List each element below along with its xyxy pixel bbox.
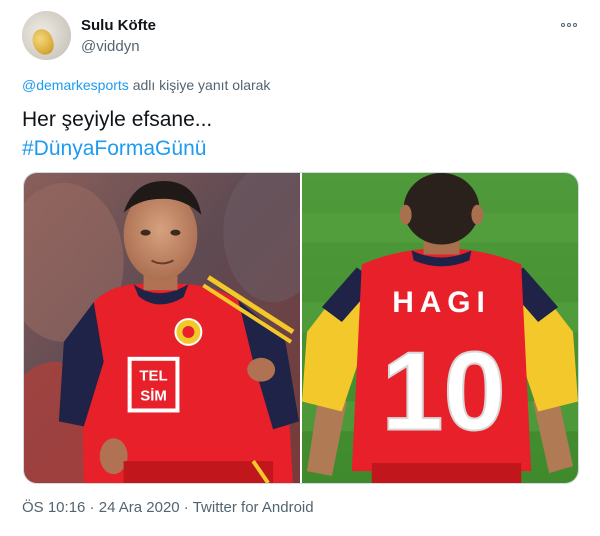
media-grid: TEL SİM HAGI 10 <box>23 172 579 484</box>
photo-player-front[interactable]: TEL SİM <box>24 173 300 483</box>
meta-separator: · <box>85 499 99 516</box>
more-dot <box>561 23 565 27</box>
reply-mention-link[interactable]: @demarkesports <box>22 77 129 93</box>
tweet-source[interactable]: Twitter for Android <box>193 499 314 516</box>
display-name[interactable]: Sulu Köfte <box>81 17 156 34</box>
reply-context-text: adlı kişiye yanıt olarak <box>128 77 271 93</box>
reply-context: @demarkesports adlı kişiye yanıt olarak <box>22 77 270 93</box>
photo-player-back[interactable]: HAGI 10 <box>302 173 578 483</box>
tweet-text: Her şeyiyle efsane... <box>22 108 213 131</box>
avatar[interactable] <box>22 11 71 60</box>
tweet-date[interactable]: 24 Ara 2020 <box>99 499 180 516</box>
hashtag-link[interactable]: #DünyaFormaGünü <box>22 135 206 163</box>
user-handle[interactable]: @viddyn <box>81 38 140 55</box>
shirt-number: 10 <box>381 328 505 453</box>
more-options-icon[interactable] <box>561 18 579 32</box>
photo-player-back-image: HAGI 10 <box>302 173 578 483</box>
sponsor-line-1: TEL <box>139 368 167 385</box>
photo-player-front-image: TEL SİM <box>24 173 300 483</box>
sponsor-line-2: SİM <box>140 388 167 405</box>
meta-separator: · <box>179 499 193 516</box>
tweet: Sulu Köfte @viddyn @demarkesports adlı k… <box>0 0 600 536</box>
tweet-time[interactable]: ÖS 10:16 <box>22 499 85 516</box>
tweet-metadata: ÖS 10:16 · 24 Ara 2020 · Twitter for And… <box>22 499 314 516</box>
more-dot <box>567 23 571 27</box>
shirt-name: HAGI <box>392 286 491 319</box>
more-dot <box>573 23 577 27</box>
